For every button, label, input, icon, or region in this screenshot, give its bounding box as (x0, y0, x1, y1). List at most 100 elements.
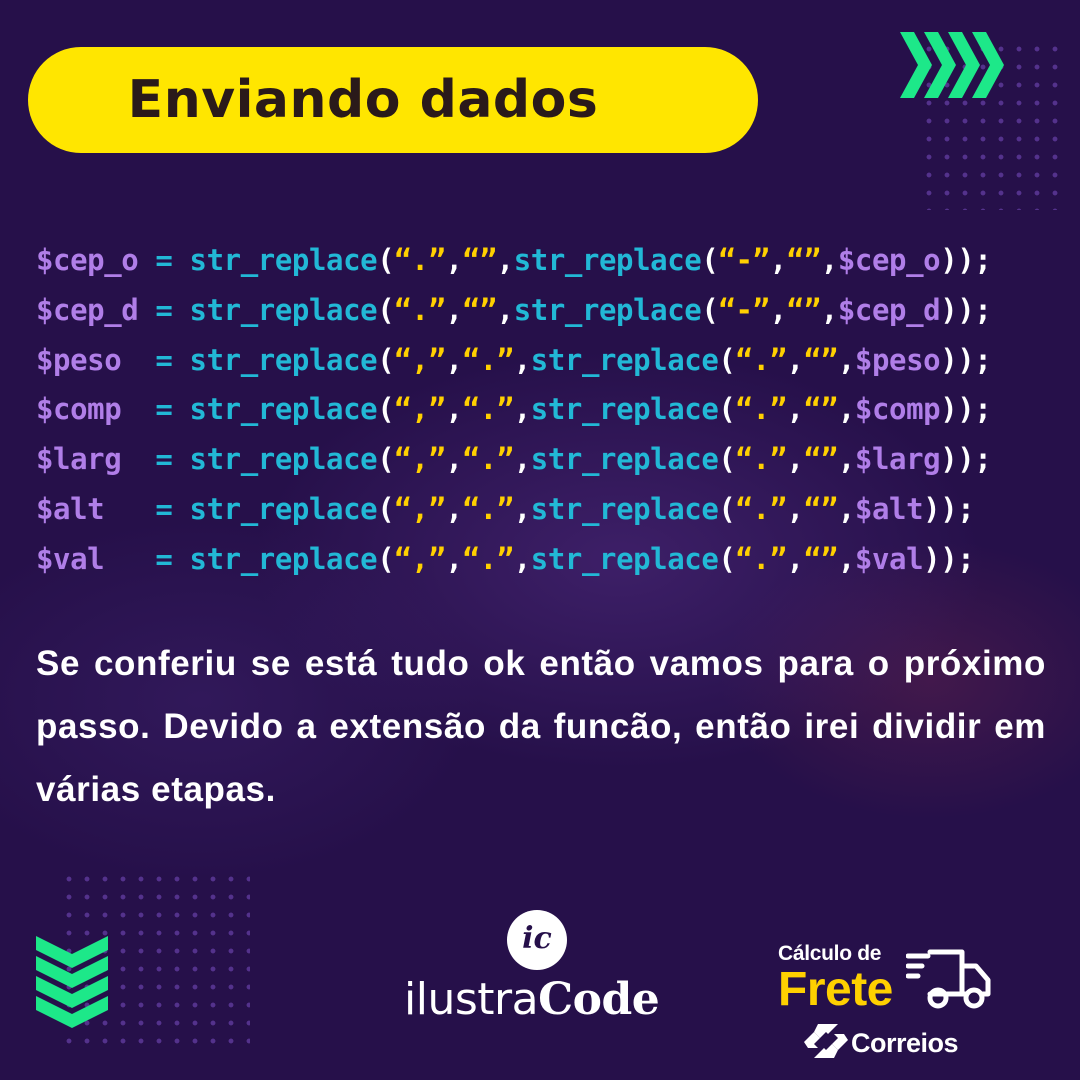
logo-wordmark-light: ilustra (404, 974, 539, 1025)
frete-badge: Cálculo de Frete Correios (778, 940, 1048, 1070)
code-token: str_replace (530, 392, 719, 427)
code-token: ( (377, 392, 395, 427)
code-token: , (820, 292, 838, 327)
logo-monogram: ic (507, 910, 567, 970)
logo-monogram-text: ic (522, 921, 552, 956)
code-block: $cep_o = str_replace(“.”,“”,str_replace(… (36, 236, 1066, 585)
code-token: str_replace (189, 491, 378, 526)
code-token: ( (718, 342, 736, 377)
title-banner: Enviando dados (28, 47, 758, 153)
code-token: “” (462, 292, 498, 327)
code-token: , (445, 491, 463, 526)
code-token: , (513, 442, 531, 477)
code-token: “” (462, 243, 498, 277)
code-token: str_replace (530, 491, 719, 526)
code-token: “,” (394, 442, 446, 477)
code-token: = (138, 392, 190, 427)
code-token: = (138, 342, 190, 377)
code-token: str_replace (513, 292, 702, 327)
code-token: “.” (462, 442, 515, 477)
code-token: ( (718, 392, 736, 427)
code-token: $cep_d (36, 292, 139, 327)
code-token: “.” (462, 392, 515, 427)
code-token: , (445, 292, 463, 327)
code-token: “.” (735, 392, 787, 427)
code-token: , (445, 342, 463, 377)
code-token: = (138, 442, 190, 477)
correios-icon (804, 1024, 848, 1058)
code-token: )); (940, 243, 992, 277)
code-token: “.” (735, 491, 787, 526)
code-token: ( (377, 491, 395, 526)
body-paragraph: Se conferiu se está tudo ok então vamos … (36, 644, 1046, 809)
code-token: , (837, 342, 855, 377)
code-token: str_replace (530, 342, 719, 377)
code-line: $larg = str_replace(“,”,“.”,str_replace(… (36, 435, 1066, 485)
code-token: , (837, 442, 855, 477)
code-token: ( (377, 243, 395, 277)
code-line: $cep_d = str_replace(“.”,“”,str_replace(… (36, 286, 1066, 336)
code-token: , (496, 292, 514, 327)
code-token: ( (701, 292, 719, 327)
code-token: “.” (735, 342, 787, 377)
code-token: str_replace (189, 292, 378, 327)
code-token: str_replace (513, 243, 702, 277)
truck-icon (906, 949, 991, 1009)
code-token: = (138, 541, 190, 576)
code-token: $larg (854, 442, 941, 477)
code-line: $peso = str_replace(“,”,“.”,str_replace(… (36, 336, 1066, 386)
code-token: , (786, 442, 804, 477)
code-token: , (513, 392, 531, 427)
code-token: , (786, 541, 804, 576)
code-token: , (769, 243, 787, 277)
code-line: $cep_o = str_replace(“.”,“”,str_replace(… (36, 236, 1066, 286)
code-token: “.” (462, 342, 515, 377)
page-title: Enviando dados (127, 70, 599, 130)
code-token: “.” (394, 243, 446, 277)
code-token: , (513, 342, 531, 377)
code-token: “,” (394, 491, 446, 526)
code-token: str_replace (189, 243, 378, 277)
chevrons-right-icon (900, 32, 1004, 98)
code-token: , (820, 243, 838, 277)
code-token: str_replace (530, 442, 719, 477)
code-token: = (138, 491, 190, 526)
code-token: , (496, 243, 514, 277)
code-token: str_replace (189, 541, 378, 576)
code-token: , (445, 442, 463, 477)
logo-wordmark: ilustraCode (404, 974, 660, 1025)
code-token: )); (940, 292, 992, 327)
code-token: $alt (36, 491, 139, 526)
ilustracode-logo: ic ilustraCode (400, 908, 682, 1028)
code-token: “” (786, 292, 822, 327)
code-token: “” (803, 491, 839, 526)
logo-wordmark-bold: Code (538, 974, 660, 1025)
code-token: , (837, 392, 855, 427)
code-token: , (513, 491, 531, 526)
code-token: “.” (394, 292, 446, 327)
code-token: str_replace (189, 442, 378, 477)
code-token: “,” (394, 342, 446, 377)
frete-badge-line2: Frete (778, 963, 893, 1016)
code-token: $cep_o (36, 243, 139, 277)
code-token: ( (718, 442, 736, 477)
code-token: “-” (718, 243, 770, 277)
code-token: )); (923, 541, 975, 576)
code-token: “.” (735, 541, 787, 576)
code-token: , (786, 392, 804, 427)
code-token: “.” (462, 491, 515, 526)
code-token: )); (940, 392, 992, 427)
code-token: , (513, 541, 531, 576)
code-token: $peso (36, 342, 139, 377)
code-token: , (837, 491, 855, 526)
code-token: “” (803, 442, 839, 477)
code-token: )); (940, 342, 992, 377)
code-token: “,” (394, 541, 446, 576)
code-token: “” (803, 392, 839, 427)
code-line: $val = str_replace(“,”,“.”,str_replace(“… (36, 535, 1066, 585)
code-token: ( (718, 541, 736, 576)
code-token: ( (377, 292, 395, 327)
code-token: “,” (394, 392, 446, 427)
code-token: )); (923, 491, 975, 526)
code-token: $cep_d (837, 292, 941, 327)
